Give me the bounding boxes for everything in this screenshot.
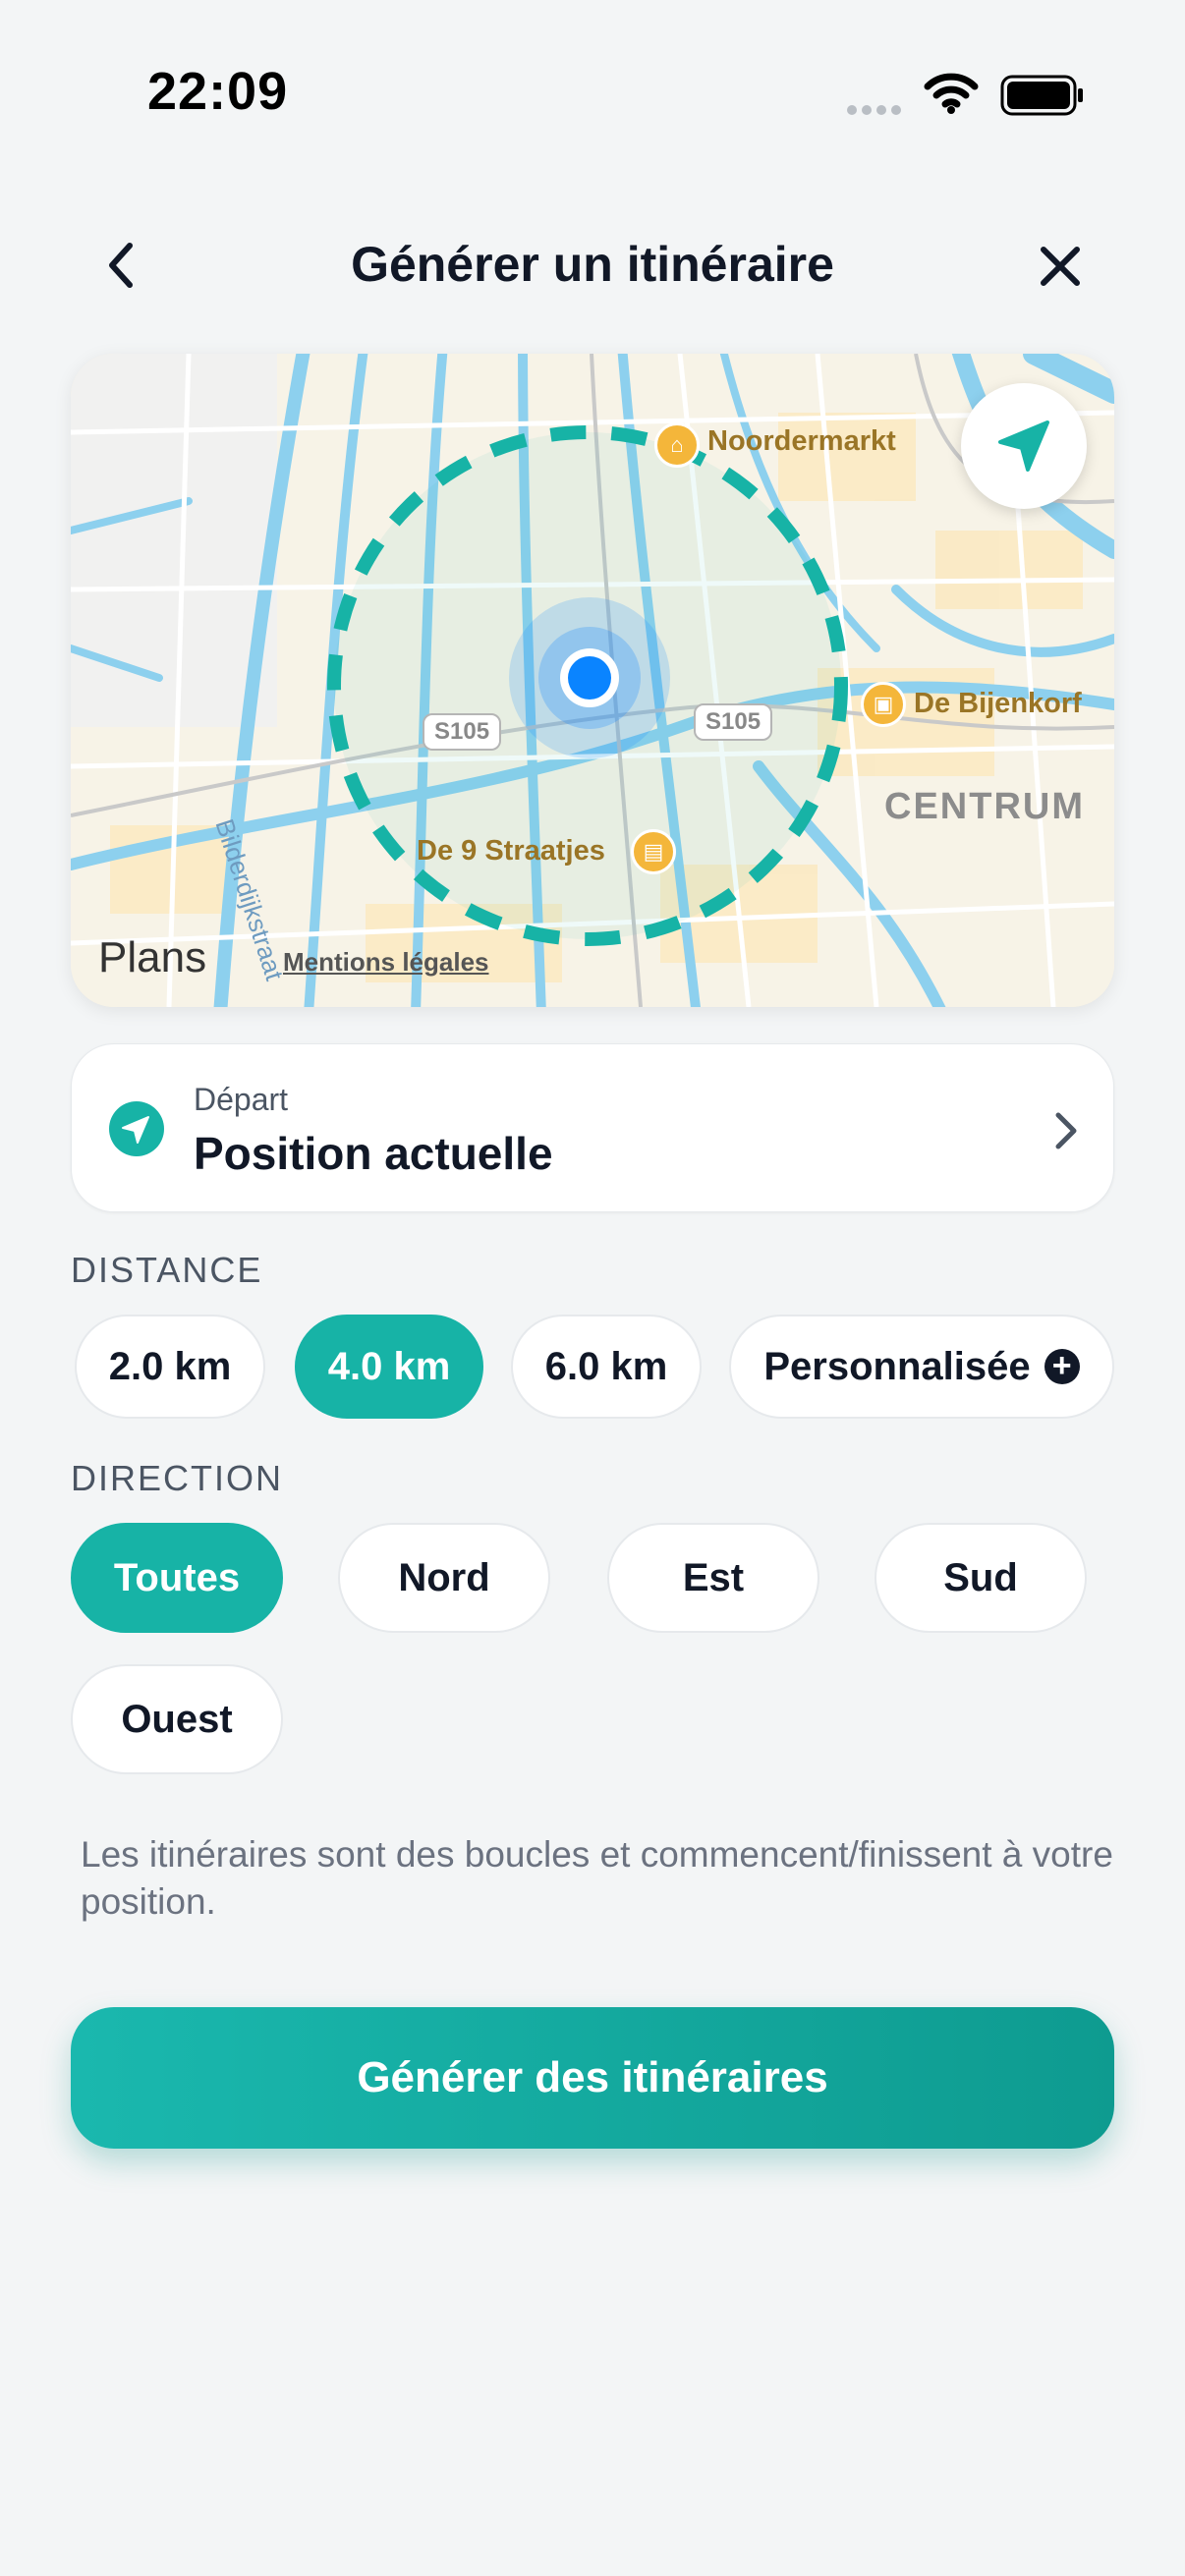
map-label-noordermarkt: Noordermarkt — [707, 425, 896, 457]
close-icon — [1041, 247, 1080, 286]
distance-section-title: DISTANCE — [71, 1250, 263, 1290]
chip-label: Ouest — [121, 1697, 233, 1741]
road-shield: S105 — [423, 713, 502, 751]
close-button[interactable] — [1036, 242, 1085, 291]
chip-label: 4.0 km — [327, 1344, 451, 1388]
distance-chip-6km[interactable]: 6.0 km — [511, 1315, 702, 1419]
generate-button-label: Générer des itinéraires — [357, 2053, 828, 2101]
plus-icon: + — [1044, 1349, 1080, 1384]
map-canvas — [71, 354, 1114, 1007]
wifi-icon — [924, 73, 979, 119]
distance-chip-4km[interactable]: 4.0 km — [295, 1315, 483, 1419]
location-arrow-icon — [998, 420, 1049, 472]
market-poi-icon: ⌂ — [654, 422, 700, 468]
direction-section-title: DIRECTION — [71, 1458, 283, 1498]
location-arrow-icon — [109, 1101, 164, 1156]
chevron-right-icon — [1050, 1109, 1080, 1157]
battery-icon — [1000, 75, 1085, 121]
generate-routes-button[interactable]: Générer des itinéraires — [71, 2007, 1114, 2149]
status-time: 22:09 — [147, 62, 289, 121]
chip-label: Toutes — [113, 1555, 241, 1599]
map-label-centrum: CENTRUM — [884, 786, 1085, 827]
map-label-straatjes: De 9 Straatjes — [417, 835, 605, 867]
direction-chip-west[interactable]: Ouest — [71, 1664, 283, 1774]
distance-chip-custom[interactable]: Personnalisée + — [729, 1315, 1114, 1419]
departure-selector[interactable]: Départ Position actuelle — [71, 1043, 1114, 1212]
departure-label: Départ — [194, 1082, 289, 1117]
locate-me-button[interactable] — [961, 383, 1087, 509]
chip-label: Nord — [398, 1555, 490, 1599]
route-map[interactable]: ⌂ Noordermarkt ▣ De Bijenkorf De 9 Straa… — [71, 354, 1114, 1007]
chip-label: 2.0 km — [108, 1344, 232, 1388]
chip-label: 6.0 km — [544, 1344, 668, 1388]
direction-chip-east[interactable]: Est — [607, 1523, 819, 1633]
loop-info-note: Les itinéraires sont des boucles et comm… — [81, 1834, 1113, 1922]
shopping-poi-icon: ▤ — [631, 829, 676, 874]
cellular-signal-icon — [847, 102, 906, 120]
direction-chip-south[interactable]: Sud — [875, 1523, 1087, 1633]
chip-label: Est — [682, 1555, 745, 1599]
departure-value: Position actuelle — [194, 1128, 553, 1179]
page-title: Générer un itinéraire — [351, 237, 834, 292]
legal-link[interactable]: Mentions légales — [283, 947, 489, 978]
distance-chip-2km[interactable]: 2.0 km — [75, 1315, 265, 1419]
road-shield: S105 — [694, 703, 773, 741]
shopping-poi-icon: ▣ — [861, 682, 906, 727]
chip-label: Personnalisée — [763, 1344, 1031, 1388]
apple-maps-logo: Plans — [98, 933, 206, 982]
maps-attribution: Plans — [98, 933, 207, 981]
map-label-bijenkorf: De Bijenkorf — [914, 688, 1082, 719]
chip-label: Sud — [943, 1555, 1018, 1599]
direction-chip-all[interactable]: Toutes — [71, 1523, 283, 1633]
direction-chip-north[interactable]: Nord — [338, 1523, 550, 1633]
